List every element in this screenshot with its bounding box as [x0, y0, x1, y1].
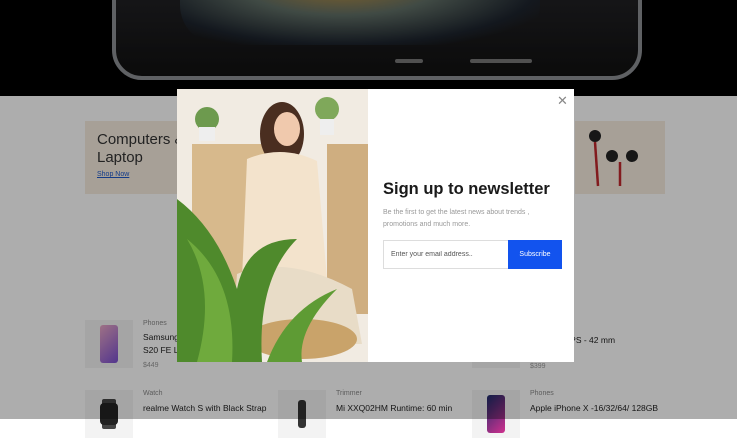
newsletter-photo: [177, 89, 368, 362]
newsletter-body: Sign up to newsletter Be the first to ge…: [383, 89, 563, 362]
email-input[interactable]: [383, 240, 508, 269]
newsletter-title: Sign up to newsletter: [383, 180, 550, 198]
subscribe-button[interactable]: Subscribe: [508, 240, 562, 269]
newsletter-description: Be the first to get the latest news abou…: [383, 209, 530, 228]
newsletter-modal: ✕ Sign up to newsletter Be the first to …: [177, 89, 574, 362]
